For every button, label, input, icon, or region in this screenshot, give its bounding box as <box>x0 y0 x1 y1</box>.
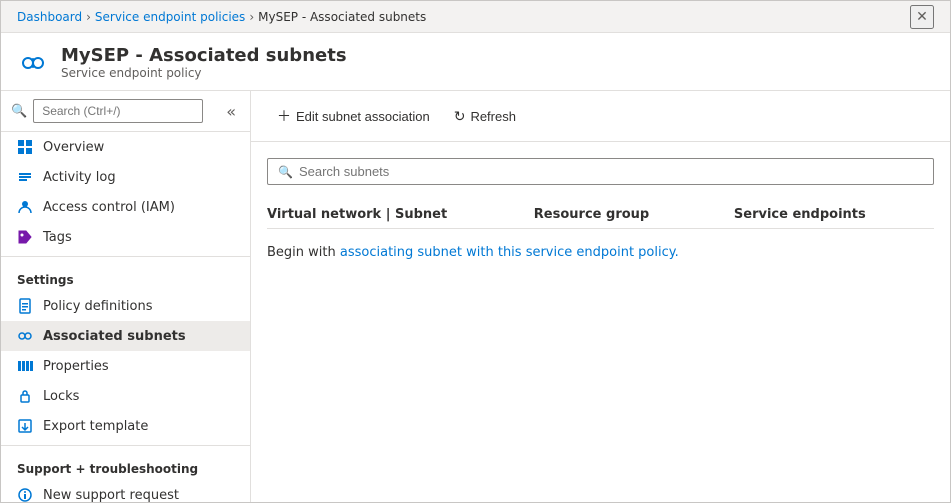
sidebar-item-properties[interactable]: Properties <box>1 351 250 381</box>
sidebar: 🔍 « Overview Activity log <box>1 91 251 502</box>
support-icon <box>17 487 33 502</box>
sidebar-item-activity-log[interactable]: Activity log <box>1 162 250 192</box>
sidebar-item-policy-definitions[interactable]: Policy definitions <box>1 291 250 321</box>
sidebar-item-tags[interactable]: Tags <box>1 222 250 252</box>
tags-icon <box>17 229 33 245</box>
overview-label: Overview <box>43 140 104 155</box>
col-service-endpoints: Service endpoints <box>734 207 934 222</box>
properties-label: Properties <box>43 359 109 374</box>
main-layout: 🔍 « Overview Activity log <box>1 91 950 502</box>
empty-state-prefix: Begin with <box>267 245 340 260</box>
col-virtual-network: Virtual network | Subnet <box>267 207 534 222</box>
resource-name: MySEP - Associated subnets <box>61 45 347 66</box>
breadcrumb-dashboard[interactable]: Dashboard <box>17 10 82 24</box>
refresh-label: Refresh <box>470 109 516 124</box>
tags-label: Tags <box>43 230 72 245</box>
refresh-icon: ↻ <box>454 108 466 125</box>
sidebar-item-overview[interactable]: Overview <box>1 132 250 162</box>
support-divider <box>1 445 250 446</box>
resource-title: MySEP - Associated subnets Service endpo… <box>61 45 347 80</box>
sidebar-search-input[interactable] <box>33 99 203 123</box>
breadcrumb-policies[interactable]: Service endpoint policies <box>95 10 245 24</box>
refresh-button[interactable]: ↻ Refresh <box>444 103 526 130</box>
subnets-search-bar[interactable]: 🔍 <box>267 158 934 185</box>
support-section-label: Support + troubleshooting <box>1 450 250 480</box>
breadcrumb-sep-1: › <box>86 10 91 24</box>
sidebar-item-export-template[interactable]: Export template <box>1 411 250 441</box>
edit-subnet-button[interactable]: ＋ Edit subnet association <box>267 101 440 131</box>
policy-definitions-label: Policy definitions <box>43 299 153 314</box>
activity-log-label: Activity log <box>43 170 116 185</box>
sidebar-item-new-support-request[interactable]: New support request <box>1 480 250 502</box>
settings-divider <box>1 256 250 257</box>
azure-window: Dashboard › Service endpoint policies › … <box>0 0 951 503</box>
resource-subtitle: Service endpoint policy <box>61 66 347 80</box>
iam-icon <box>17 199 33 215</box>
search-icon: 🔍 <box>11 104 27 119</box>
export-icon <box>17 418 33 434</box>
empty-state-link[interactable]: associating subnet with this service end… <box>340 245 679 260</box>
activity-icon <box>17 169 33 185</box>
breadcrumb-current: MySEP - Associated subnets <box>258 10 426 24</box>
overview-icon <box>17 139 33 155</box>
subnet-icon <box>17 328 33 344</box>
new-support-request-label: New support request <box>43 488 179 503</box>
breadcrumb: Dashboard › Service endpoint policies › … <box>17 10 426 24</box>
plus-icon: ＋ <box>277 106 291 126</box>
col-resource-group: Resource group <box>534 207 734 222</box>
resource-icon <box>17 47 49 79</box>
toolbar: ＋ Edit subnet association ↻ Refresh <box>251 91 950 142</box>
empty-state: Begin with associating subnet with this … <box>267 237 934 268</box>
edit-subnet-label: Edit subnet association <box>296 109 430 124</box>
resource-header: MySEP - Associated subnets Service endpo… <box>1 33 950 91</box>
table-header: Virtual network | Subnet Resource group … <box>267 201 934 229</box>
breadcrumb-bar: Dashboard › Service endpoint policies › … <box>1 1 950 33</box>
properties-icon <box>17 358 33 374</box>
sidebar-search-box: 🔍 « <box>1 91 250 132</box>
content-area: ＋ Edit subnet association ↻ Refresh 🔍 Vi… <box>251 91 950 502</box>
breadcrumb-sep-2: › <box>249 10 254 24</box>
search-subnets-icon: 🔍 <box>278 165 293 179</box>
settings-section-label: Settings <box>1 261 250 291</box>
locks-icon <box>17 388 33 404</box>
sidebar-item-locks[interactable]: Locks <box>1 381 250 411</box>
close-button[interactable]: ✕ <box>910 5 934 29</box>
content-body: 🔍 Virtual network | Subnet Resource grou… <box>251 142 950 284</box>
export-template-label: Export template <box>43 419 148 434</box>
sidebar-item-iam[interactable]: Access control (IAM) <box>1 192 250 222</box>
search-subnets-input[interactable] <box>299 164 923 179</box>
policy-icon <box>17 298 33 314</box>
associated-subnets-label: Associated subnets <box>43 329 186 344</box>
sidebar-item-associated-subnets[interactable]: Associated subnets <box>1 321 250 351</box>
locks-label: Locks <box>43 389 79 404</box>
collapse-button[interactable]: « <box>222 100 240 123</box>
iam-label: Access control (IAM) <box>43 200 175 215</box>
